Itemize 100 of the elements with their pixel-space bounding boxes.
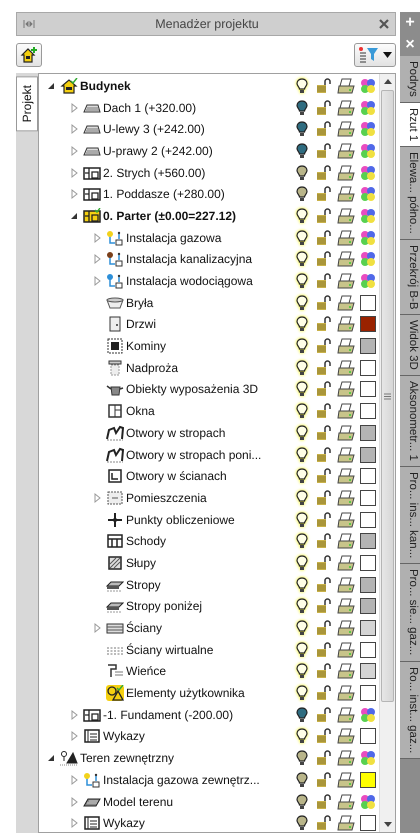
printer-icon[interactable] bbox=[337, 554, 355, 571]
view-tab[interactable]: Elewa... półno... bbox=[400, 147, 420, 240]
tree-item-label[interactable]: Drzwi bbox=[126, 317, 291, 332]
open-lock-icon[interactable] bbox=[316, 512, 332, 528]
tree-item-label[interactable]: Instalacja gazowa bbox=[126, 230, 291, 245]
printer-icon[interactable] bbox=[337, 338, 355, 354]
printer-icon[interactable] bbox=[337, 512, 355, 528]
printer-icon[interactable] bbox=[337, 533, 355, 550]
open-lock-icon[interactable] bbox=[316, 316, 332, 332]
color-swatch[interactable] bbox=[360, 338, 376, 354]
printer-icon[interactable] bbox=[337, 251, 355, 268]
printer-icon[interactable] bbox=[337, 424, 355, 441]
printer-icon[interactable] bbox=[337, 142, 355, 159]
color-swatch[interactable] bbox=[360, 490, 376, 506]
tree-item-label[interactable]: Punkty obliczeniowe bbox=[126, 512, 291, 527]
color-swatch[interactable] bbox=[360, 446, 376, 463]
bulb-icon[interactable] bbox=[296, 750, 308, 766]
tree-item-label[interactable]: 0. Parter (±0.00=227.12) bbox=[103, 208, 291, 223]
close-icon[interactable] bbox=[379, 19, 389, 29]
color-palette-icon[interactable] bbox=[360, 794, 376, 810]
open-lock-icon[interactable] bbox=[316, 468, 332, 484]
view-tab[interactable]: Przekrój B-B bbox=[400, 240, 420, 316]
color-swatch[interactable] bbox=[360, 620, 376, 636]
open-lock-icon[interactable] bbox=[316, 100, 332, 116]
open-lock-icon[interactable] bbox=[316, 620, 332, 636]
tree-item-label[interactable]: Słupy bbox=[126, 556, 291, 570]
open-lock-icon[interactable] bbox=[316, 208, 332, 224]
color-swatch[interactable] bbox=[360, 468, 376, 484]
bulb-icon[interactable] bbox=[296, 663, 308, 680]
printer-icon[interactable] bbox=[337, 186, 355, 202]
color-swatch[interactable] bbox=[360, 360, 376, 376]
tree-item-label[interactable]: Otwory w ścianach bbox=[126, 469, 291, 484]
printer-icon[interactable] bbox=[337, 294, 355, 311]
tree-item-label[interactable]: Model terenu bbox=[103, 794, 291, 809]
printer-icon[interactable] bbox=[337, 403, 355, 420]
open-lock-icon[interactable] bbox=[316, 273, 332, 290]
open-lock-icon[interactable] bbox=[316, 121, 332, 138]
color-swatch[interactable] bbox=[360, 642, 376, 658]
open-lock-icon[interactable] bbox=[316, 403, 332, 420]
printer-icon[interactable] bbox=[337, 273, 355, 290]
grip-icon[interactable] bbox=[384, 392, 391, 400]
open-lock-icon[interactable] bbox=[316, 815, 332, 832]
tree-item-label[interactable]: Obiekty wyposażenia 3D bbox=[126, 382, 291, 396]
tree-item-label[interactable]: Pomieszczenia bbox=[126, 490, 291, 505]
color-palette-icon[interactable] bbox=[360, 230, 376, 246]
open-lock-icon[interactable] bbox=[316, 794, 332, 810]
printer-icon[interactable] bbox=[337, 598, 355, 614]
tree-item-label[interactable]: Otwory w stropach bbox=[126, 426, 291, 440]
bulb-icon[interactable] bbox=[296, 230, 308, 246]
printer-icon[interactable] bbox=[337, 685, 355, 702]
view-tab[interactable]: Podrys bbox=[400, 56, 420, 103]
open-lock-icon[interactable] bbox=[316, 533, 332, 550]
color-swatch[interactable] bbox=[360, 403, 376, 420]
printer-icon[interactable] bbox=[337, 706, 355, 723]
printer-icon[interactable] bbox=[337, 121, 355, 138]
color-palette-icon[interactable] bbox=[360, 100, 376, 116]
filter-dropdown-button[interactable] bbox=[354, 43, 396, 67]
open-lock-icon[interactable] bbox=[316, 186, 332, 202]
color-swatch[interactable] bbox=[360, 554, 376, 571]
view-tab[interactable]: Pro... sie... gaz... bbox=[400, 564, 420, 662]
open-lock-icon[interactable] bbox=[316, 142, 332, 159]
open-lock-icon[interactable] bbox=[316, 78, 332, 94]
bulb-icon[interactable] bbox=[296, 620, 308, 636]
tree-item-label[interactable]: U-prawy 2 (+242.00) bbox=[103, 144, 291, 158]
open-lock-icon[interactable] bbox=[316, 663, 332, 680]
open-lock-icon[interactable] bbox=[316, 598, 332, 614]
open-lock-icon[interactable] bbox=[316, 642, 332, 658]
bulb-icon[interactable] bbox=[296, 446, 308, 463]
color-palette-icon[interactable] bbox=[360, 706, 376, 723]
bulb-icon[interactable] bbox=[296, 316, 308, 332]
printer-icon[interactable] bbox=[337, 576, 355, 593]
bulb-icon[interactable] bbox=[296, 121, 308, 138]
bulb-icon[interactable] bbox=[296, 728, 308, 744]
open-lock-icon[interactable] bbox=[316, 554, 332, 571]
printer-icon[interactable] bbox=[337, 468, 355, 484]
printer-icon[interactable] bbox=[337, 663, 355, 680]
color-palette-icon[interactable] bbox=[360, 142, 376, 159]
tree-item-label[interactable]: Otwory w stropach poni... bbox=[126, 448, 291, 462]
tree-item-label[interactable]: Stropy bbox=[126, 578, 291, 592]
open-lock-icon[interactable] bbox=[316, 490, 332, 506]
bulb-icon[interactable] bbox=[296, 273, 308, 290]
bulb-icon[interactable] bbox=[296, 294, 308, 311]
bulb-icon[interactable] bbox=[296, 815, 308, 832]
tree-item-label[interactable]: Teren zewnętrzny bbox=[80, 751, 291, 766]
printer-icon[interactable] bbox=[337, 100, 355, 116]
tree-item-label[interactable]: -1. Fundament (-200.00) bbox=[103, 708, 291, 722]
open-lock-icon[interactable] bbox=[316, 360, 332, 376]
open-lock-icon[interactable] bbox=[316, 381, 332, 398]
view-tab[interactable]: Ro... inst... gaz... bbox=[400, 662, 420, 760]
open-lock-icon[interactable] bbox=[316, 164, 332, 181]
color-swatch[interactable] bbox=[360, 424, 376, 441]
bulb-icon[interactable] bbox=[296, 381, 308, 398]
tree-item-label[interactable]: Ściany bbox=[126, 621, 291, 636]
tree-item-label[interactable]: Schody bbox=[126, 534, 291, 548]
view-tab[interactable]: Pro... ins... kan... bbox=[400, 467, 420, 564]
view-tab[interactable]: Widok 3D bbox=[400, 315, 420, 376]
bulb-icon[interactable] bbox=[296, 100, 308, 116]
tree-item-label[interactable]: Kominy bbox=[126, 339, 291, 354]
bulb-icon[interactable] bbox=[296, 772, 308, 788]
bulb-icon[interactable] bbox=[296, 533, 308, 550]
